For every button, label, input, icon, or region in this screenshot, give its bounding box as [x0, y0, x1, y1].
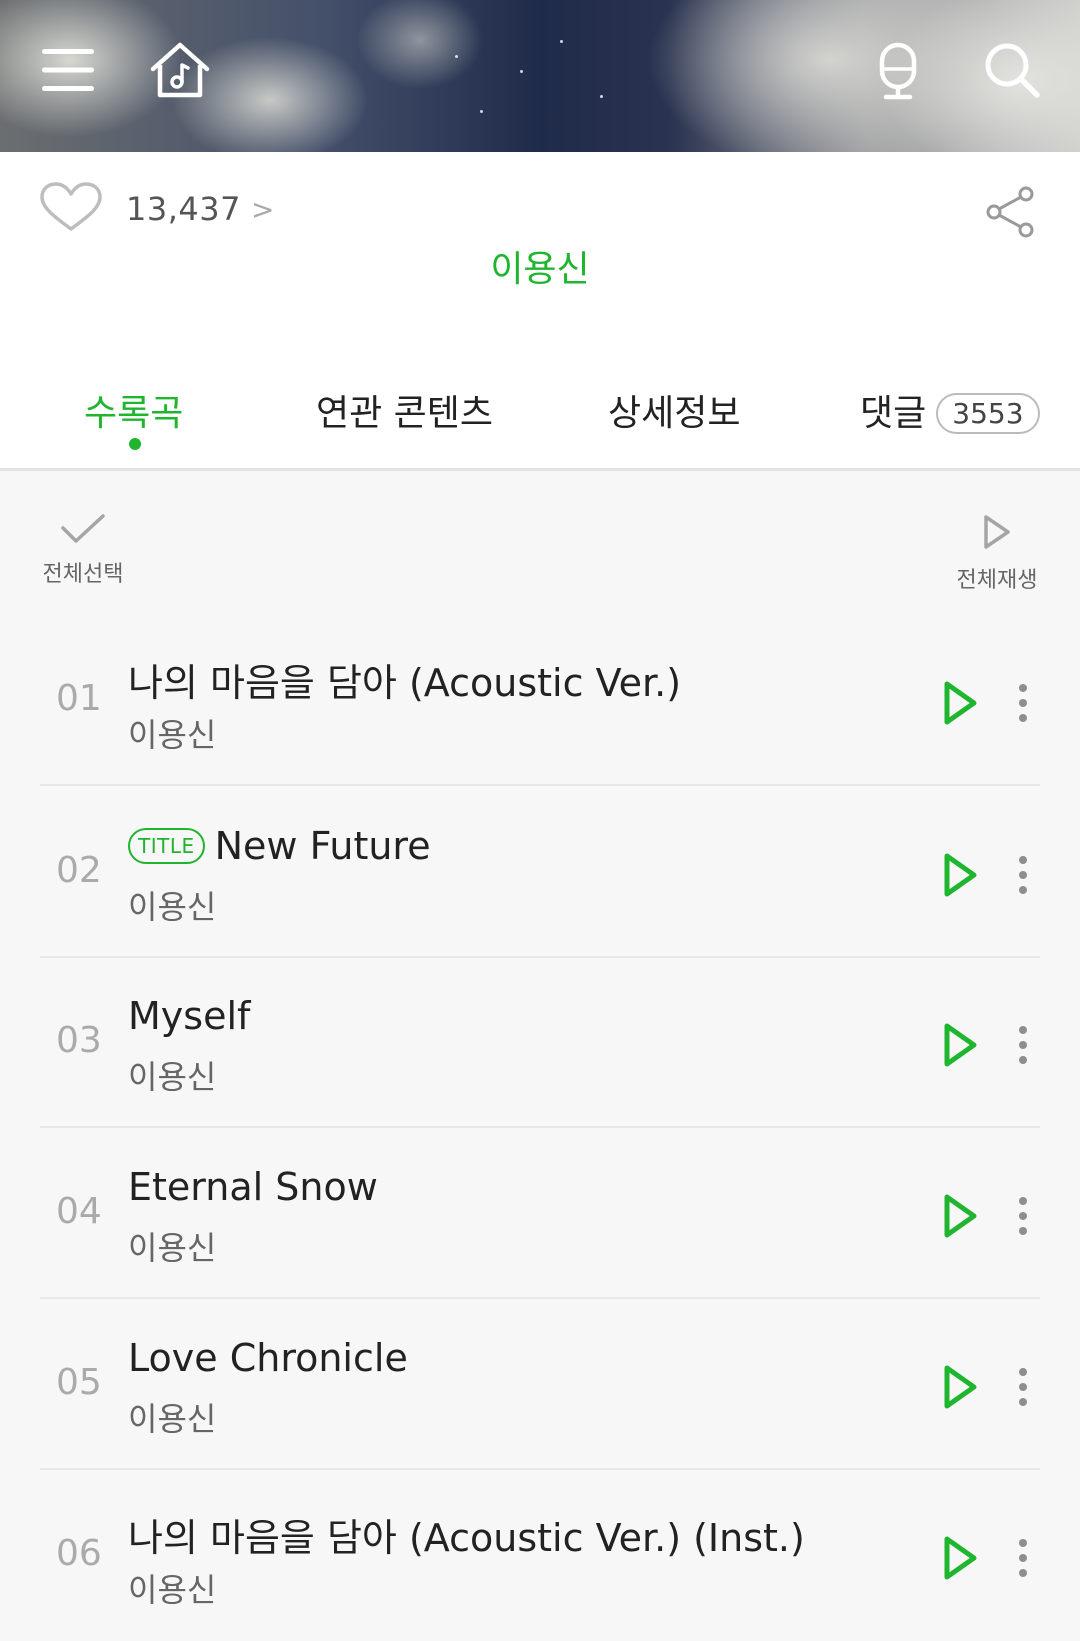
tab-comments-label: 댓글: [860, 393, 927, 434]
like-group[interactable]: 13,437 >: [38, 182, 274, 236]
play-icon[interactable]: [936, 848, 984, 902]
select-all-button[interactable]: 전체선택: [28, 512, 138, 588]
album-info: 13,437 > 이용신 수록곡 연관 콘텐츠 상세정보 댓글 3553: [0, 152, 1080, 468]
play-icon[interactable]: [936, 1189, 984, 1243]
tab-divider: [0, 468, 1080, 471]
track-number: 04: [56, 1191, 102, 1232]
track-title: 나의 마음을 담아 (Acoustic Ver.) (Inst.): [128, 1516, 805, 1560]
microphone-icon[interactable]: [862, 34, 934, 106]
title-track-badge: TITLE: [128, 828, 205, 864]
home-music-icon[interactable]: [144, 34, 216, 106]
track-artist: 이용신: [128, 1229, 217, 1267]
more-options-icon[interactable]: [1008, 1191, 1038, 1241]
tab-comments[interactable]: 댓글 3553: [860, 384, 1040, 436]
active-tab-indicator: [129, 438, 141, 450]
track-number: 05: [56, 1362, 102, 1403]
track-number: 01: [56, 678, 102, 719]
track-title: Myself: [128, 994, 251, 1038]
track-title: Love Chronicle: [128, 1336, 408, 1380]
track-title: Eternal Snow: [128, 1165, 378, 1209]
search-icon[interactable]: [976, 34, 1048, 106]
play-all-label: 전체재생: [956, 568, 1038, 593]
track-row[interactable]: 01 나의 마음을 담아 (Acoustic Ver.) 이용신: [40, 616, 1040, 786]
track-artist: 이용신: [128, 1058, 217, 1096]
artist-name[interactable]: 이용신: [0, 240, 1080, 292]
more-options-icon[interactable]: [1008, 1533, 1038, 1583]
play-outline-icon: [980, 515, 1014, 556]
more-options-icon[interactable]: [1008, 1362, 1038, 1412]
like-count[interactable]: 13,437: [126, 190, 241, 228]
play-icon[interactable]: [936, 1018, 984, 1072]
play-icon[interactable]: [936, 1360, 984, 1414]
more-options-icon[interactable]: [1008, 1020, 1038, 1070]
track-row[interactable]: 03 Myself 이용신: [40, 958, 1040, 1128]
row-divider: [40, 1297, 1040, 1299]
track-number: 06: [56, 1533, 102, 1574]
more-options-icon[interactable]: [1008, 678, 1038, 728]
track-row[interactable]: 02 TITLE New Future 이용신: [40, 788, 1040, 958]
album-header-image: [0, 0, 1080, 152]
track-artist: 이용신: [128, 1400, 217, 1438]
like-count-chevron[interactable]: >: [251, 193, 274, 226]
comment-count-badge: 3553: [936, 392, 1040, 434]
track-row[interactable]: 05 Love Chronicle 이용신: [40, 1300, 1040, 1470]
track-title: New Future: [214, 824, 431, 868]
heart-icon[interactable]: [38, 181, 104, 237]
play-all-button[interactable]: 전체재생: [942, 512, 1052, 594]
track-title: 나의 마음을 담아 (Acoustic Ver.): [128, 661, 682, 705]
tab-related-content[interactable]: 연관 콘텐츠: [316, 384, 493, 436]
check-icon: [59, 514, 107, 550]
row-divider: [40, 1468, 1040, 1470]
menu-icon[interactable]: [32, 34, 104, 106]
track-artist: 이용신: [128, 888, 217, 926]
more-options-icon[interactable]: [1008, 850, 1038, 900]
track-row[interactable]: 06 나의 마음을 담아 (Acoustic Ver.) (Inst.) 이용신: [40, 1471, 1040, 1641]
row-divider: [40, 1126, 1040, 1128]
select-all-label: 전체선택: [42, 562, 124, 587]
play-icon[interactable]: [936, 1531, 984, 1585]
share-icon[interactable]: [980, 182, 1040, 242]
track-number: 03: [56, 1020, 102, 1061]
tab-details[interactable]: 상세정보: [608, 384, 740, 436]
play-icon[interactable]: [936, 676, 984, 730]
tab-tracklist[interactable]: 수록곡: [84, 384, 183, 436]
track-artist: 이용신: [128, 1571, 217, 1609]
track-row[interactable]: 04 Eternal Snow 이용신: [40, 1129, 1040, 1299]
track-artist: 이용신: [128, 716, 217, 754]
track-number: 02: [56, 850, 102, 891]
tab-bar: 수록곡 연관 콘텐츠 상세정보 댓글 3553: [0, 364, 1080, 468]
row-divider: [40, 784, 1040, 786]
